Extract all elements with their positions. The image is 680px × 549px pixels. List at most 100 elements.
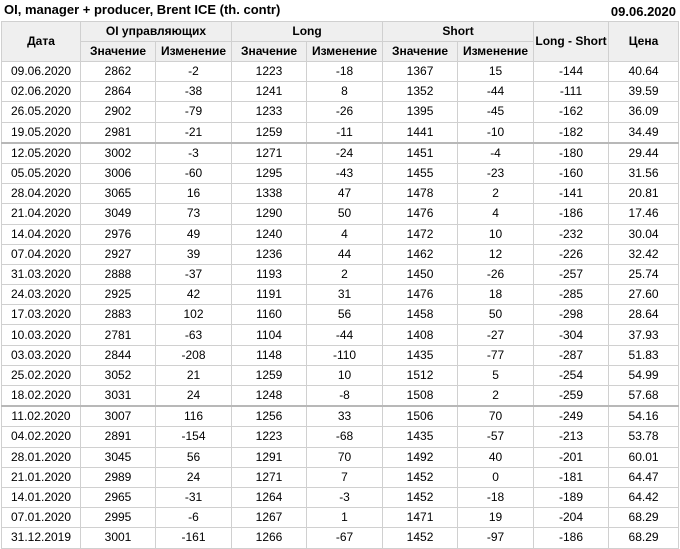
table-row: 28.04.2020 3065 16 1338 47 1478 2 -141 20.81	[1, 183, 680, 205]
cell-short-change: 10	[457, 223, 535, 245]
cell-oi-value: 3031	[80, 385, 156, 407]
cell-oi-value: 2995	[80, 507, 156, 529]
table-row: 07.01.2020 2995 -6 1267 1 1471 19 -204 68.29	[1, 507, 680, 529]
cell-oi-change: -161	[154, 527, 233, 549]
cell-short-change: 15	[457, 60, 535, 83]
cell-oi-change: 21	[154, 364, 233, 387]
cell-price: 40.64	[608, 60, 680, 83]
cell-oi-change: 39	[154, 243, 233, 265]
cell-long-short: -182	[533, 121, 610, 144]
cell-price: 54.16	[608, 405, 680, 428]
cell-date: 04.02.2020	[1, 426, 81, 448]
cell-long-value: 1290	[231, 203, 308, 225]
table-row: 21.01.2020 2989 24 1271 7 1452 0 -181 64.47	[1, 466, 680, 488]
cell-short-change: -26	[457, 263, 535, 286]
cell-short-change: 40	[457, 446, 535, 468]
cell-short-change: -18	[457, 486, 535, 509]
cell-short-value: 1455	[382, 162, 459, 185]
cell-oi-value: 3002	[80, 141, 156, 164]
cell-long-change: 4	[306, 223, 384, 245]
cell-short-value: 1476	[382, 203, 459, 225]
cell-date: 12.05.2020	[1, 141, 81, 164]
cell-short-value: 1451	[382, 141, 459, 164]
table-row: 21.04.2020 3049 73 1290 50 1476 4 -186 17.46	[1, 203, 680, 225]
cell-date: 19.05.2020	[1, 121, 81, 144]
cell-long-short: -232	[533, 223, 610, 245]
table-row: 02.06.2020 2864 -38 1241 8 1352 -44 -111 39.59	[1, 81, 680, 103]
cell-long-change: 50	[306, 203, 384, 225]
cell-short-change: -4	[457, 141, 535, 164]
cell-long-short: -213	[533, 426, 610, 448]
cell-long-value: 1241	[231, 81, 308, 103]
cell-date: 31.03.2020	[1, 263, 81, 286]
cell-long-value: 1271	[231, 466, 308, 488]
cell-date: 02.06.2020	[1, 81, 81, 103]
subheader-oi-value: Значение	[80, 41, 156, 62]
report-title: OI, manager + producer, Brent ICE (th. c…	[4, 2, 281, 17]
cell-long-short: -259	[533, 385, 610, 407]
cell-price: 68.29	[608, 527, 680, 549]
cell-price: 31.56	[608, 162, 680, 185]
header-price: Цена	[608, 21, 680, 62]
cell-date: 28.01.2020	[1, 446, 81, 468]
cell-long-value: 1104	[231, 324, 308, 346]
cell-long-change: 1	[306, 507, 384, 529]
cell-oi-value: 3065	[80, 183, 156, 205]
cell-price: 51.83	[608, 344, 680, 366]
table-row: 03.03.2020 2844 -208 1148 -110 1435 -77 -287 51.…	[1, 344, 680, 366]
cell-long-change: 31	[306, 284, 384, 306]
cell-oi-change: -6	[154, 507, 233, 529]
cell-oi-value: 3052	[80, 364, 156, 387]
cell-long-change: -43	[306, 162, 384, 185]
cell-short-change: -27	[457, 324, 535, 346]
cell-short-change: -97	[457, 527, 535, 549]
cell-short-value: 1435	[382, 426, 459, 448]
cell-short-value: 1452	[382, 486, 459, 509]
cell-long-change: -11	[306, 121, 384, 144]
cell-price: 28.64	[608, 304, 680, 326]
cell-oi-change: 116	[154, 405, 233, 428]
cell-price: 30.04	[608, 223, 680, 245]
cell-oi-value: 3049	[80, 203, 156, 225]
cell-long-short: -111	[533, 81, 610, 103]
cell-oi-value: 3001	[80, 527, 156, 549]
cell-short-value: 1452	[382, 466, 459, 488]
table-row: 04.02.2020 2891 -154 1223 -68 1435 -57 -213 53.7…	[1, 426, 680, 448]
cell-price: 37.93	[608, 324, 680, 346]
cell-oi-change: 56	[154, 446, 233, 468]
table-row: 24.03.2020 2925 42 1191 31 1476 18 -285 27.60	[1, 284, 680, 306]
cell-price: 60.01	[608, 446, 680, 468]
cell-long-change: -26	[306, 101, 384, 123]
cell-short-change: -57	[457, 426, 535, 448]
subheader-long-value: Значение	[231, 41, 308, 62]
cell-price: 36.09	[608, 101, 680, 123]
cell-price: 27.60	[608, 284, 680, 306]
cell-date: 10.03.2020	[1, 324, 81, 346]
cell-long-change: 33	[306, 405, 384, 428]
cell-long-value: 1233	[231, 101, 308, 123]
cell-date: 09.06.2020	[1, 60, 81, 83]
cell-long-short: -141	[533, 183, 610, 205]
cell-long-short: -298	[533, 304, 610, 326]
table-row: 18.02.2020 3031 24 1248 -8 1508 2 -259 57.68	[1, 385, 680, 407]
table-row: 25.02.2020 3052 21 1259 10 1512 5 -254 54.99	[1, 364, 680, 387]
cell-date: 14.04.2020	[1, 223, 81, 245]
cell-oi-value: 2927	[80, 243, 156, 265]
header-long: Long	[231, 21, 384, 42]
cell-short-value: 1492	[382, 446, 459, 468]
report-page: OI, manager + producer, Brent ICE (th. c…	[0, 0, 680, 549]
cell-short-change: 2	[457, 183, 535, 205]
cell-long-short: -249	[533, 405, 610, 428]
cell-short-change: 12	[457, 243, 535, 265]
header-long-short: Long - Short	[533, 21, 610, 62]
cell-oi-value: 2888	[80, 263, 156, 286]
cell-long-change: -67	[306, 527, 384, 549]
cell-long-change: -3	[306, 486, 384, 509]
table-row: 09.06.2020 2862 -2 1223 -18 1367 15 -144 40.64	[1, 60, 680, 83]
table-body: 09.06.2020 2862 -2 1223 -18 1367 15 -144 40.64 02…	[1, 60, 680, 549]
cell-short-value: 1452	[382, 527, 459, 549]
cell-short-change: 70	[457, 405, 535, 428]
cell-oi-value: 2925	[80, 284, 156, 306]
cell-long-short: -257	[533, 263, 610, 286]
cell-oi-change: 24	[154, 385, 233, 407]
